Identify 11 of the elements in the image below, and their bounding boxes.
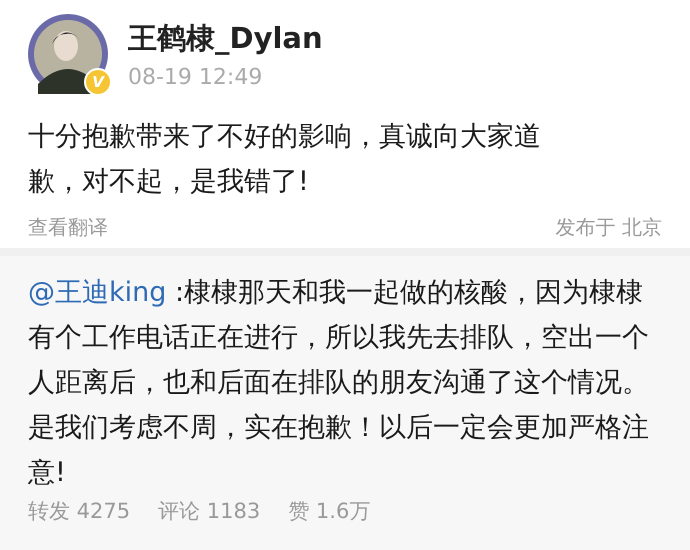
post-text: 十分抱歉带来了不好的影响，真诚向大家道歉，对不起，是我错了!	[28, 120, 542, 199]
translate-link[interactable]: 查看翻译	[28, 214, 108, 241]
author-name[interactable]: 王鹤棣_Dylan	[128, 18, 323, 58]
stat-count[interactable]: 赞 1.6万	[288, 497, 370, 525]
mention-link[interactable]: @王迪king	[28, 277, 166, 308]
verified-badge: V	[84, 68, 112, 96]
stat-count[interactable]: 评论 1183	[158, 497, 260, 525]
stat-count[interactable]: 转发 4275	[28, 497, 130, 525]
repost-text: @王迪king :棣棣那天和我一起做的核酸，因为棣棣有个工作电话正在进行，所以我先去排队，空出一个人距离后，也和后面在排队的朋友沟通了这个情况。是我们考虑不周，实在抱歉！以后一定会更加严格注意!	[28, 276, 650, 490]
post-location: 发布于 北京	[556, 214, 662, 241]
post-time: 08-19 12:49	[128, 64, 264, 90]
